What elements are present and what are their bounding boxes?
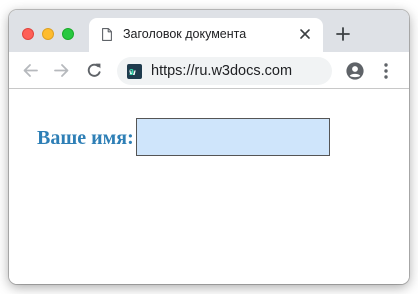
site-favicon: w3 (127, 64, 142, 79)
address-url: https://ru.w3docs.com (151, 63, 293, 79)
address-bar[interactable]: w3 https://ru.w3docs.com (117, 57, 332, 85)
name-label: Ваше имя: (37, 127, 134, 149)
window-maximize-button[interactable] (62, 28, 74, 40)
forward-arrow-icon[interactable] (53, 62, 70, 79)
plus-icon[interactable] (336, 27, 350, 41)
tab-strip: Заголовок документа (9, 10, 409, 52)
reload-icon[interactable] (86, 62, 103, 79)
window-minimize-button[interactable] (42, 28, 54, 40)
tab-title: Заголовок документа (123, 27, 247, 41)
back-arrow-icon[interactable] (22, 62, 39, 79)
browser-window: Заголовок документа w3 https://ru.w3docs… (9, 10, 409, 284)
page-content: Ваше имя: (9, 90, 409, 284)
document-icon (102, 28, 112, 41)
kebab-menu-icon[interactable] (382, 62, 390, 80)
window-close-button[interactable] (22, 28, 34, 40)
browser-tab[interactable]: Заголовок документа (89, 18, 323, 52)
profile-icon[interactable] (346, 62, 364, 80)
close-icon[interactable] (298, 27, 312, 41)
browser-toolbar: w3 https://ru.w3docs.com (9, 52, 409, 89)
name-input[interactable] (136, 118, 330, 156)
